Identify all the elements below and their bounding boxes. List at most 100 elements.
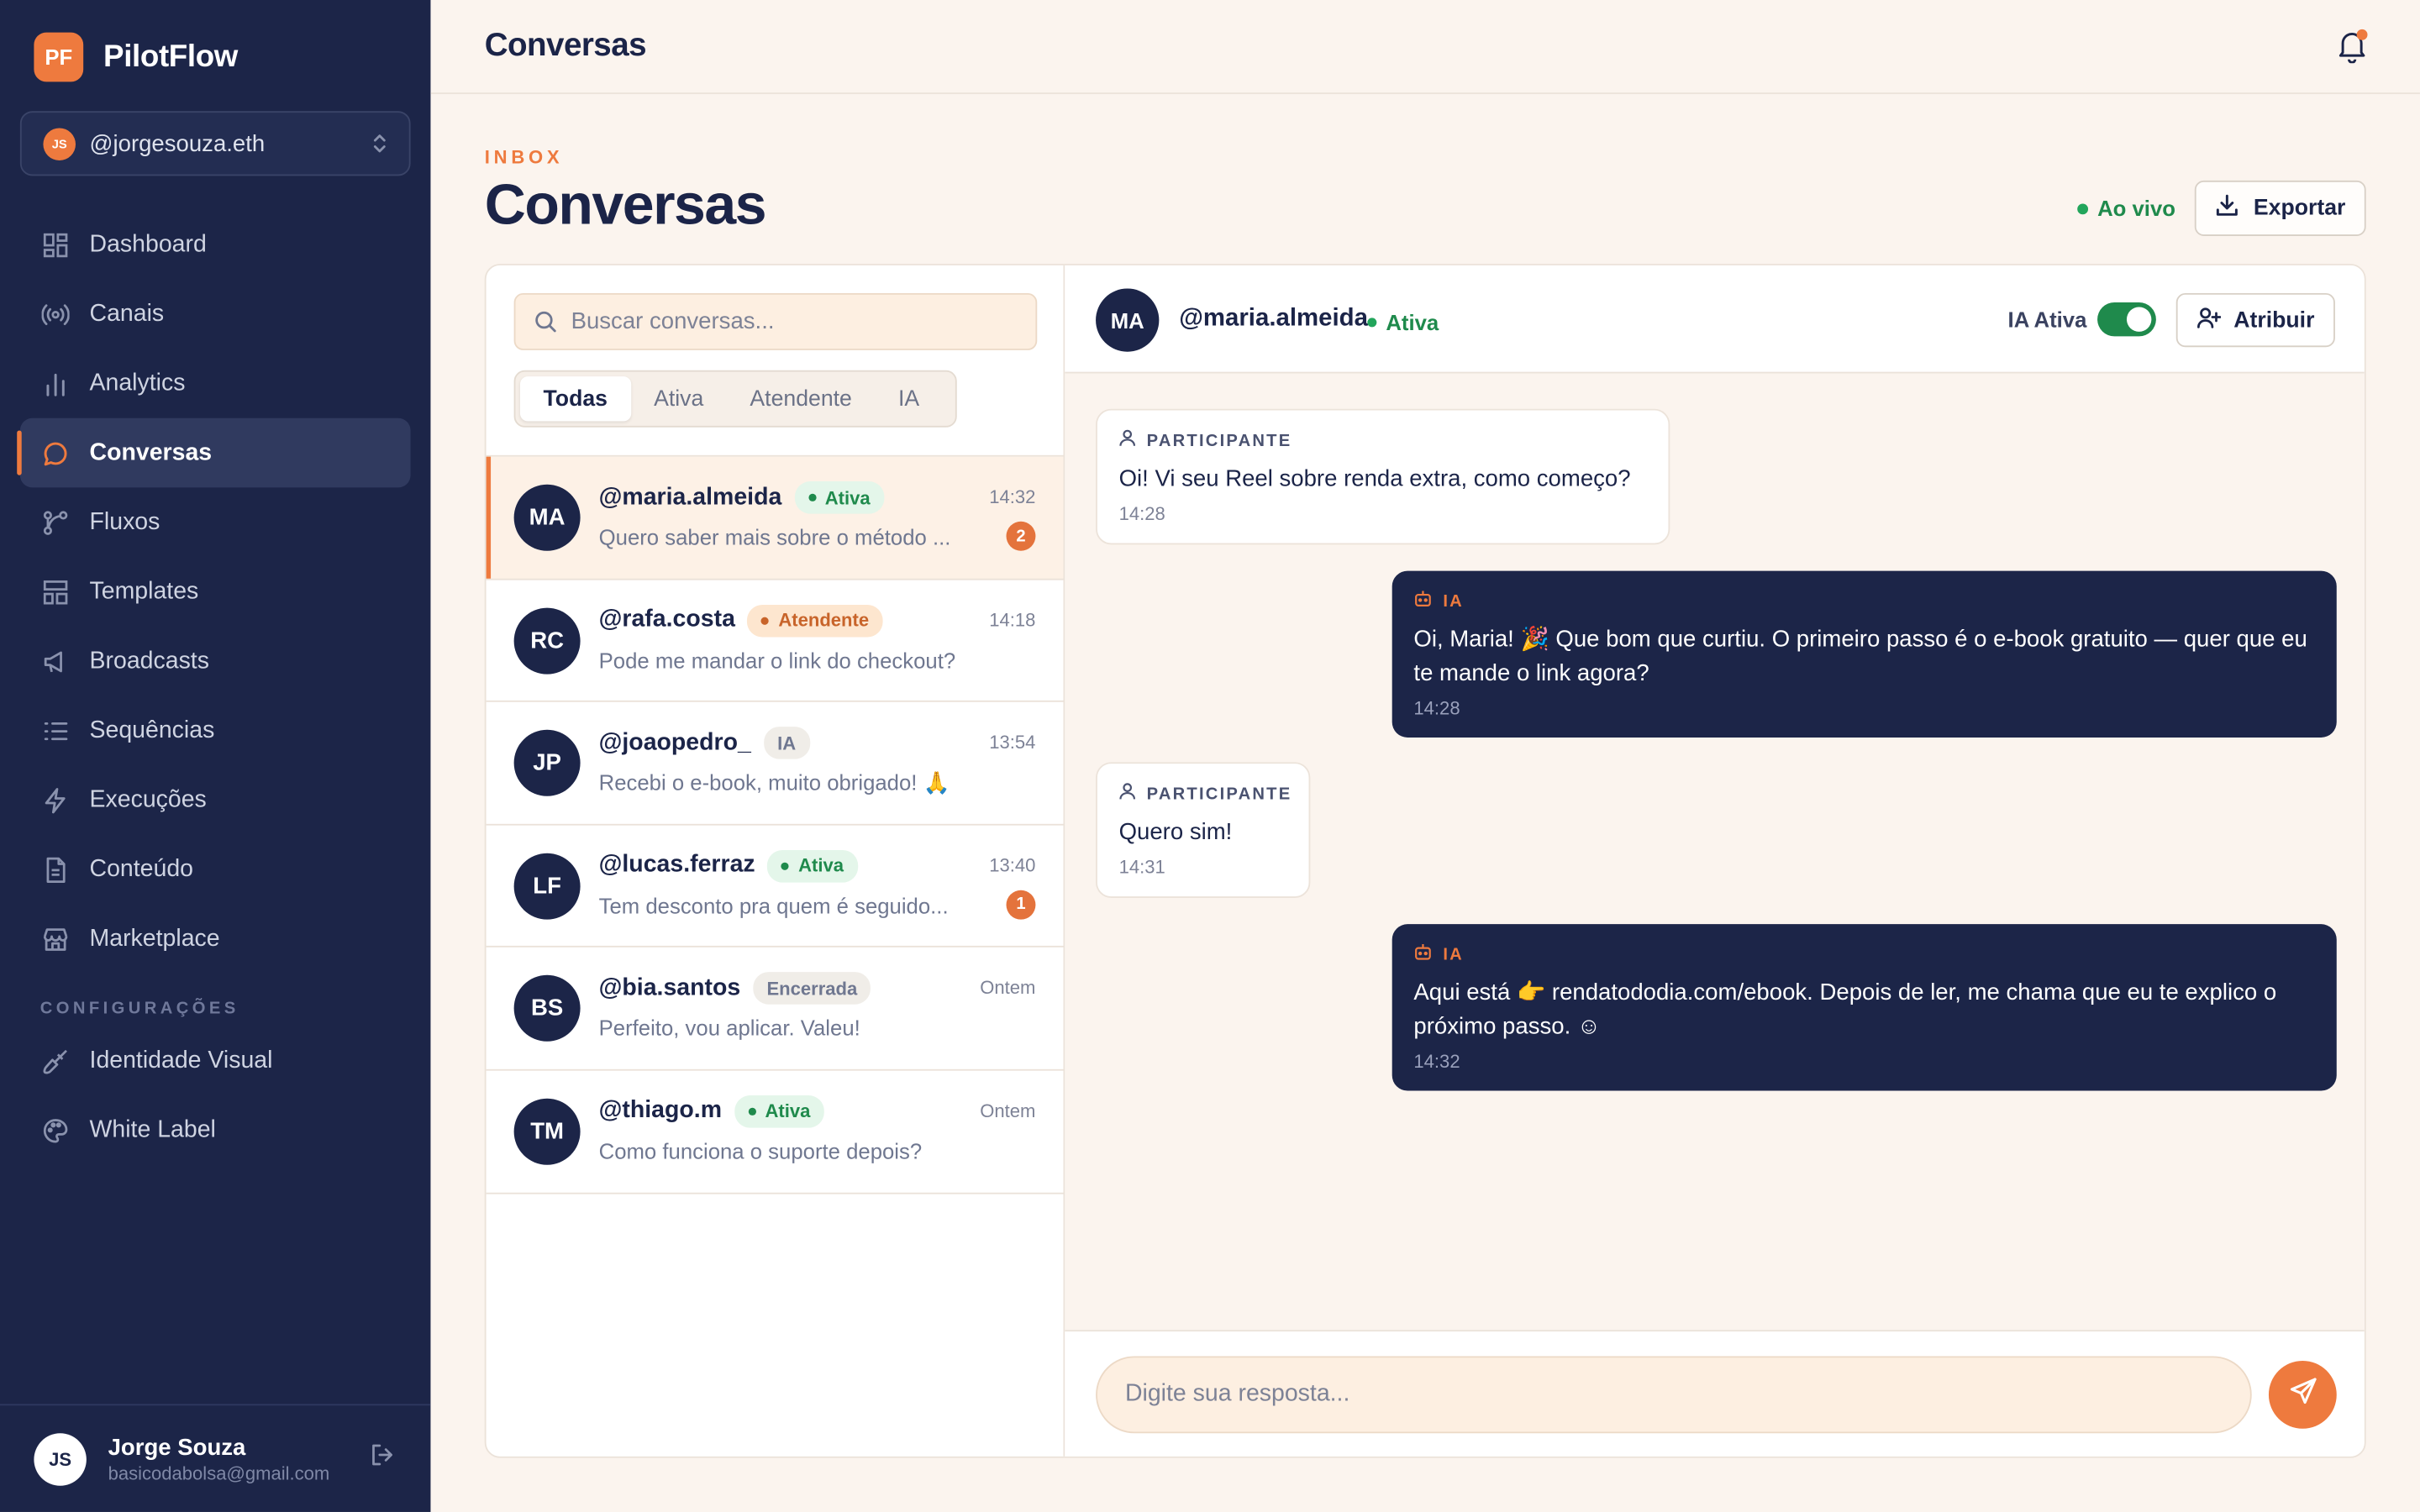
reply-input[interactable]	[1096, 1356, 2252, 1434]
sidebar-item-conteudo[interactable]: Conteúdo	[20, 835, 411, 905]
user-email: basicodabolsa@gmail.com	[108, 1462, 330, 1483]
unread-count: 2	[1006, 521, 1036, 551]
chat-header: MA @maria.almeida Ativa IA Ativa Atribui…	[1065, 265, 2365, 374]
tab-ativa[interactable]: Ativa	[631, 376, 727, 421]
top-bar-title: Conversas	[484, 28, 647, 64]
conversation-time: Ontem	[980, 977, 1036, 1000]
sidebar-item-canais[interactable]: Canais	[20, 279, 411, 349]
message-participant: PARTICIPANTE Oi! Vi seu Reel sobre renda…	[1096, 408, 1670, 545]
assign-button[interactable]: Atribuir	[2175, 292, 2335, 348]
list-item[interactable]: LF @lucas.ferraz Ativa 13:40 Tem descont…	[486, 825, 1064, 948]
sidebar-item-label: Identidade Visual	[89, 1047, 273, 1074]
sidebar-item-dashboard[interactable]: Dashboard	[20, 210, 411, 280]
inbox-card: Todas Ativa Atendente IA MA @maria.almei…	[484, 264, 2366, 1458]
bell-icon[interactable]	[2337, 29, 2368, 64]
dashboard-icon	[42, 231, 70, 259]
conversation-name: @rafa.costa	[598, 606, 735, 633]
account-avatar: JS	[43, 127, 76, 160]
message-role: PARTICIPANTE	[1146, 784, 1292, 804]
document-icon	[42, 855, 70, 883]
sidebar-item-conversas[interactable]: Conversas	[17, 417, 411, 488]
palette-icon	[42, 1116, 70, 1144]
list-item[interactable]: BS @bia.santos Encerrada Ontem Perfeito,…	[486, 948, 1064, 1071]
filter-tabs: Todas Ativa Atendente IA	[513, 370, 957, 428]
message-role: IA	[1443, 944, 1464, 964]
sidebar-item-broadcasts[interactable]: Broadcasts	[20, 627, 411, 696]
status-badge-label: Ativa	[824, 486, 871, 509]
status-badge: Atendente	[747, 604, 883, 637]
sidebar-item-label: Dashboard	[89, 230, 207, 257]
brand[interactable]: PF PilotFlow	[34, 32, 238, 82]
avatar: RC	[513, 606, 581, 674]
megaphone-icon	[42, 647, 70, 675]
conversation-name: @joaopedro_	[598, 729, 751, 756]
chat-status: Ativa	[1367, 310, 1439, 335]
message-role: PARTICIPANTE	[1146, 431, 1292, 450]
message-participant: PARTICIPANTE Quero sim! 14:31	[1096, 762, 1311, 898]
brand-logo: PF	[34, 32, 84, 82]
brush-icon	[42, 1047, 70, 1074]
status-badge-label: Atendente	[778, 609, 870, 632]
sidebar-item-label: Canais	[89, 300, 165, 327]
robot-icon	[1413, 590, 1432, 613]
conversation-preview: Tem desconto pra quem é seguido...	[598, 893, 949, 918]
page-title: Conversas	[484, 172, 767, 237]
sidebar-item-label: Execuções	[89, 785, 207, 813]
sidebar-item-identidade-visual[interactable]: Identidade Visual	[20, 1026, 411, 1095]
send-icon	[2288, 1376, 2317, 1413]
user-name: Jorge Souza	[108, 1434, 246, 1461]
logout-icon[interactable]	[369, 1441, 397, 1476]
unread-count: 1	[1006, 890, 1036, 920]
sidebar-item-marketplace[interactable]: Marketplace	[20, 904, 411, 974]
export-button[interactable]: Exportar	[2194, 180, 2366, 237]
sidebar-item-fluxos[interactable]: Fluxos	[20, 487, 411, 557]
ia-toggle[interactable]	[2097, 302, 2156, 337]
brand-name: PilotFlow	[103, 39, 238, 74]
sidebar-item-sequencias[interactable]: Sequências	[20, 696, 411, 765]
avatar: TM	[513, 1098, 581, 1165]
search-input[interactable]	[571, 308, 1018, 335]
avatar: JS	[34, 1432, 87, 1485]
sidebar-item-white-label[interactable]: White Label	[20, 1095, 411, 1165]
chevron-updown-icon	[372, 132, 387, 155]
sidebar-item-label: Analytics	[89, 369, 186, 396]
sidebar-item-execucoes[interactable]: Execuções	[20, 765, 411, 835]
sidebar-item-templates[interactable]: Templates	[20, 557, 411, 627]
page-eyebrow: INBOX	[484, 146, 564, 169]
account-switcher[interactable]: JS @jorgesouza.eth	[19, 111, 411, 176]
message-time: 14:31	[1118, 856, 1165, 879]
chat-contact-name: @maria.almeida	[1179, 305, 1368, 332]
list-item[interactable]: MA @maria.almeida Ativa 14:32 Quero sabe…	[486, 456, 1064, 580]
live-indicator: Ao vivo	[2077, 196, 2175, 221]
search-box[interactable]	[513, 292, 1038, 350]
avatar: LF	[513, 853, 581, 920]
conversation-name: @bia.santos	[598, 974, 741, 1001]
sidebar-nav: Dashboard Canais Analytics Conversas Flu…	[17, 210, 411, 1165]
sidebar-item-analytics[interactable]: Analytics	[20, 349, 411, 418]
list-item[interactable]: RC @rafa.costa Atendente 14:18 Pode me m…	[486, 580, 1064, 703]
message-text: Aqui está 👉 rendatododia.com/ebook. Depo…	[1413, 979, 2277, 1040]
status-badge: Ativa	[767, 849, 858, 883]
list-item[interactable]: TM @thiago.m Ativa Ontem Como funciona o…	[486, 1071, 1064, 1194]
send-button[interactable]	[2268, 1360, 2337, 1429]
user-profile: JS Jorge Souza basicodabolsa@gmail.com	[0, 1404, 431, 1512]
conversation-name: @lucas.ferraz	[598, 852, 755, 879]
status-badge: IA	[763, 727, 810, 760]
status-badge: Ativa	[794, 481, 885, 514]
conversation-time: 13:54	[989, 731, 1036, 753]
export-label: Exportar	[2253, 196, 2346, 221]
ia-toggle-label: IA Ativa	[2007, 307, 2087, 332]
user-icon	[1119, 782, 1136, 806]
conversation-name: @maria.almeida	[598, 483, 782, 511]
tab-ia[interactable]: IA	[875, 376, 942, 421]
conversation-preview: Recebi o e-book, muito obrigado! 🙏	[598, 769, 950, 795]
list-item[interactable]: JP @joaopedro_ IA 13:54 Recebi o e-book,…	[486, 702, 1064, 826]
user-icon	[1119, 429, 1136, 453]
tab-atendente[interactable]: Atendente	[727, 376, 876, 421]
composer	[1065, 1330, 2365, 1457]
add-user-icon	[2196, 305, 2223, 336]
tab-todas[interactable]: Todas	[519, 376, 631, 422]
chat-status-label: Ativa	[1386, 310, 1439, 335]
sidebar-item-label: Templates	[89, 577, 199, 605]
templates-icon	[42, 578, 70, 606]
